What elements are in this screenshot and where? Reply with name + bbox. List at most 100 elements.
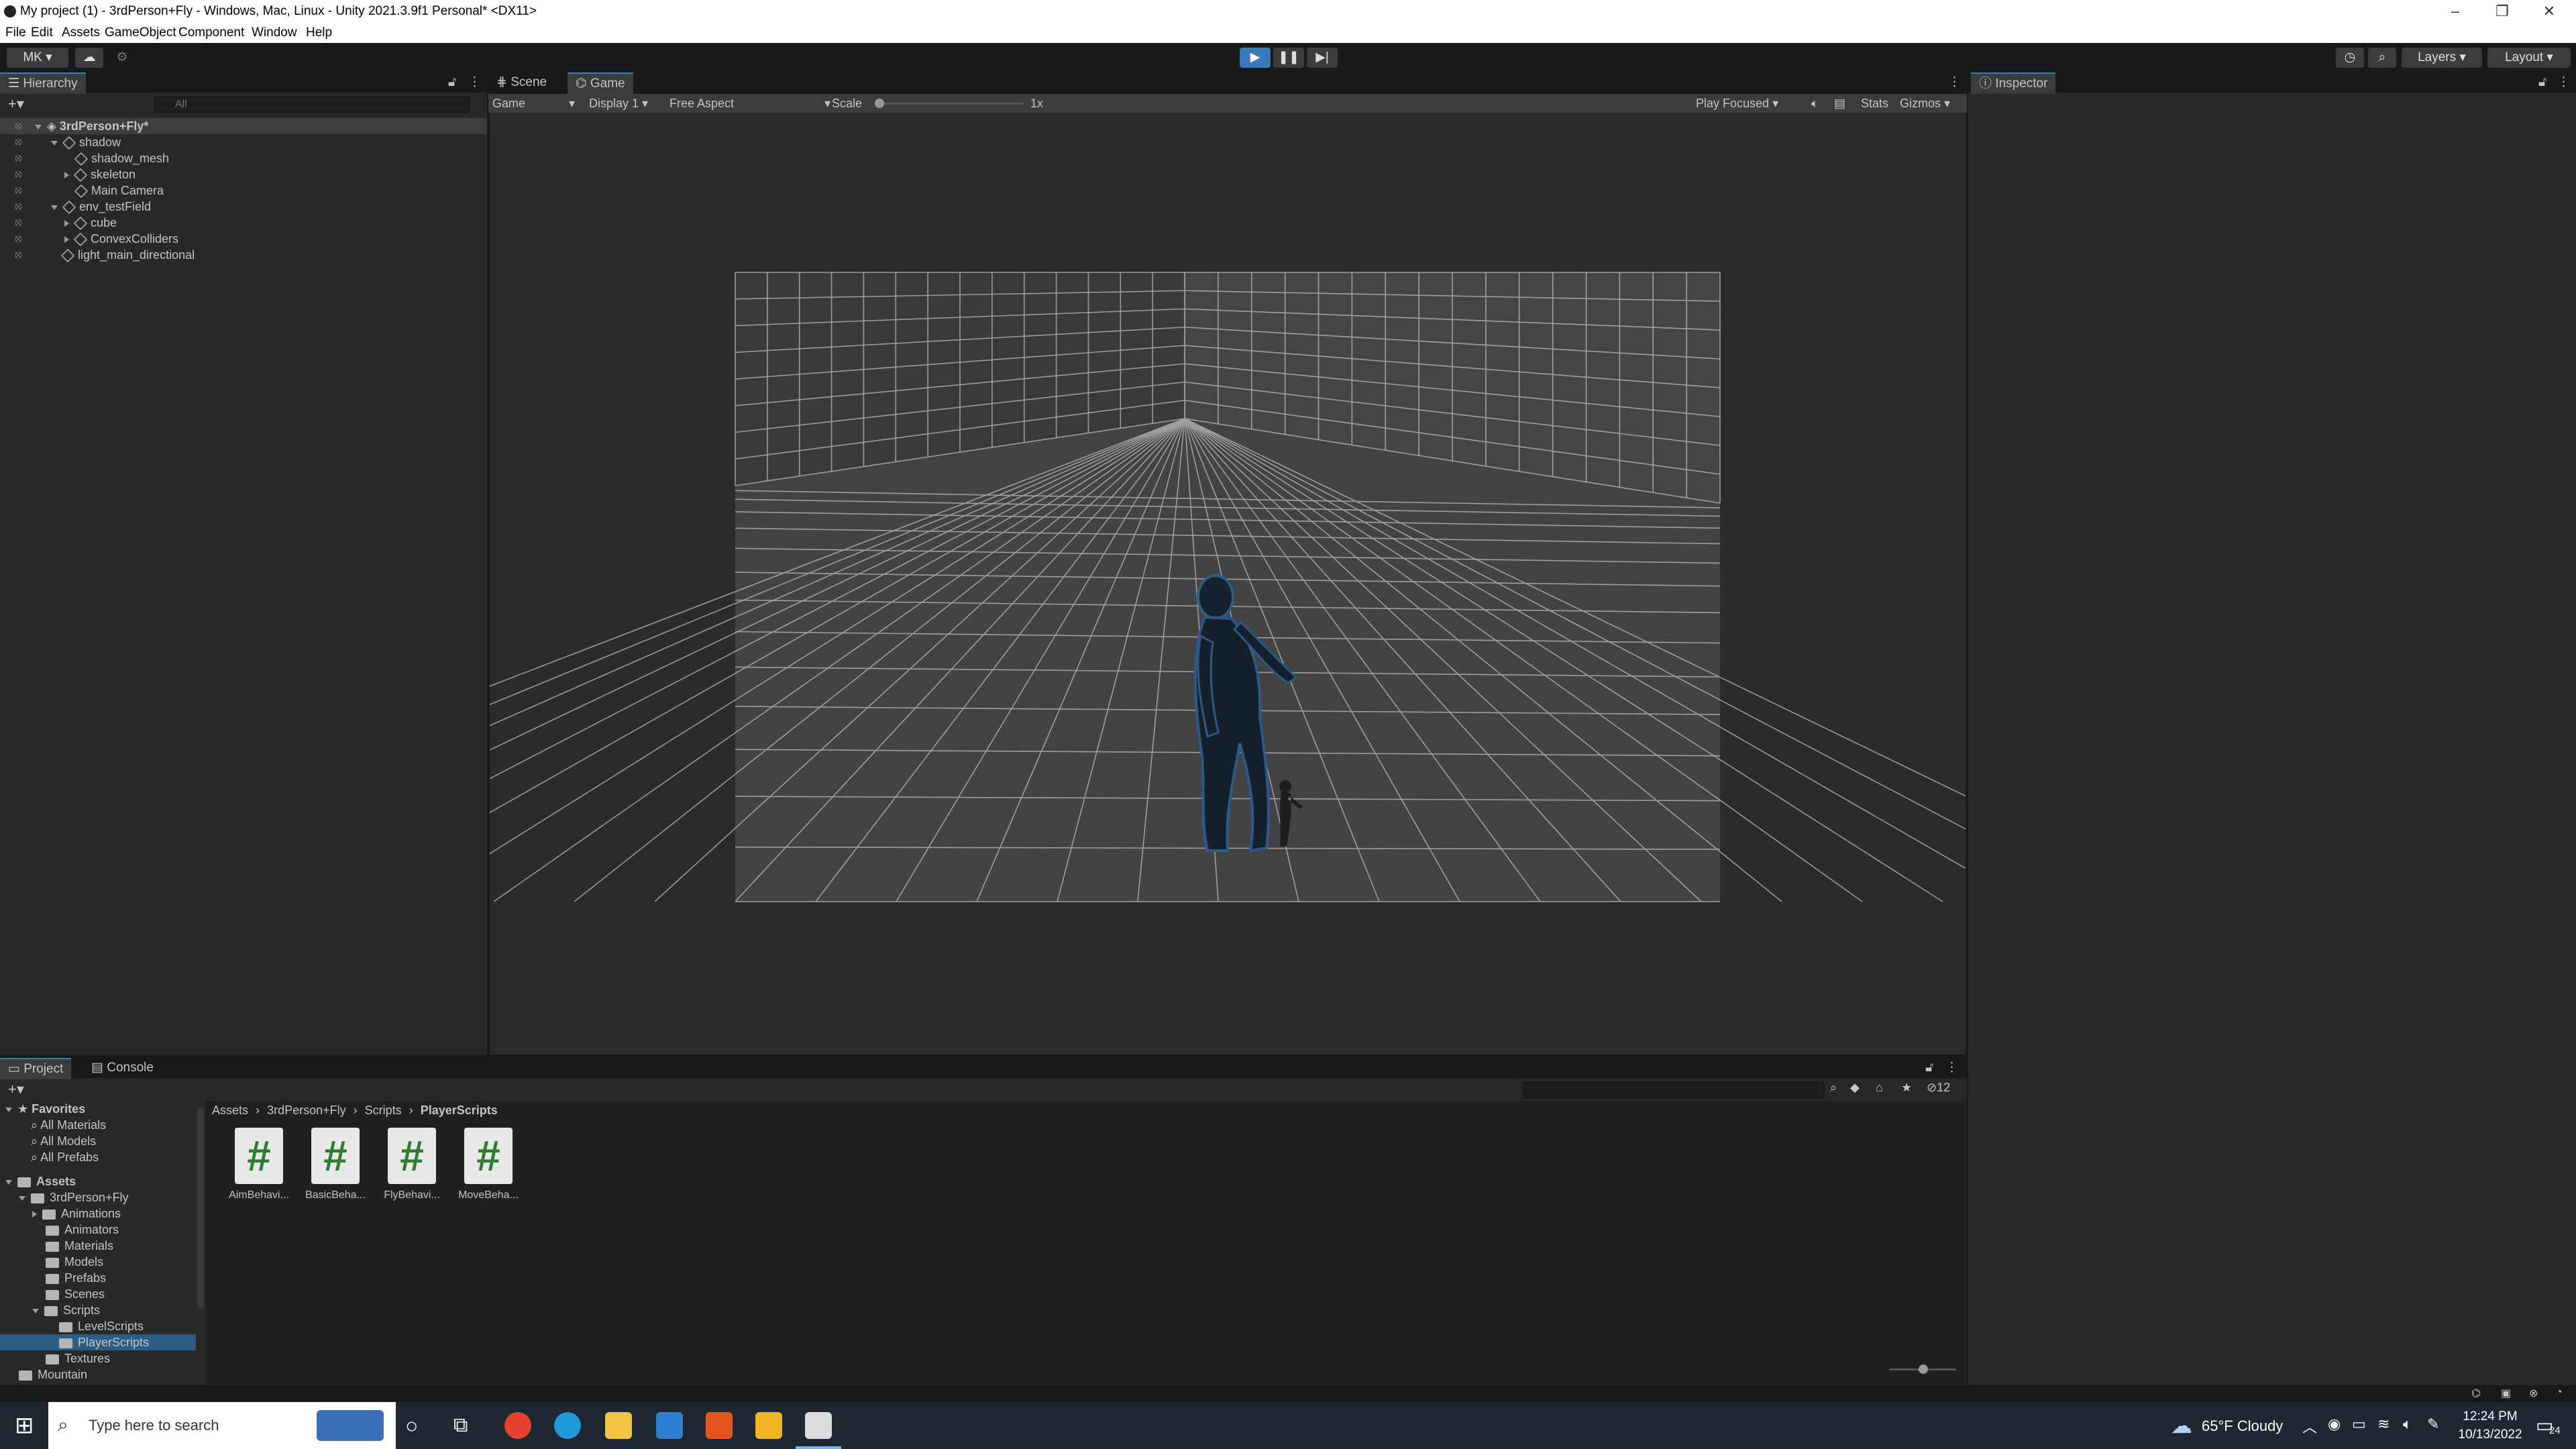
bug-report-icon[interactable]: ⌬ [2471,1387,2481,1400]
more-menu-icon[interactable]: ⋮ [1945,1058,1958,1078]
stats-button[interactable]: Stats [1861,94,1888,113]
folder-item[interactable]: PlayerScripts [59,1334,149,1350]
hidden-packages-toggle[interactable]: ⊘12 [1927,1081,1950,1095]
hierarchy-search-input[interactable] [154,97,470,113]
debug-mode-icon[interactable]: ⊗ [2529,1387,2538,1400]
tag-icon[interactable]: ⌂ [1876,1081,1883,1095]
layers-dropdown[interactable]: Layers ▾ [2402,48,2482,68]
menu-window[interactable]: Window [252,23,297,43]
weather-text[interactable]: 65°F Cloudy [2202,1417,2283,1436]
expand-arrow-icon[interactable] [5,1179,12,1185]
tree-scrollbar[interactable] [197,1108,204,1309]
mail-icon[interactable] [656,1412,683,1439]
hierarchy-item[interactable]: ⦻ ◈ 3rdPerson+Fly* [0,118,487,134]
expand-arrow-icon[interactable] [64,220,69,227]
project-search-input[interactable] [1523,1082,1825,1098]
favorites-header[interactable]: ★ Favorites [5,1101,85,1117]
visibility-icon[interactable]: ⦻ [15,215,30,229]
task-view-icon[interactable]: ⧉ [453,1413,468,1438]
breadcrumb-item[interactable]: Assets [212,1104,248,1117]
show-hidden-icons[interactable]: ︿ [2302,1415,2317,1437]
game-render[interactable] [490,113,1966,1055]
pen-icon[interactable]: ✎ [2427,1415,2439,1433]
menu-component[interactable]: Component [178,23,244,43]
folder-item[interactable]: Animators [46,1222,119,1238]
hierarchy-item[interactable]: ⦻ shadow [0,134,487,150]
add-icon[interactable]: +▾ [8,1081,24,1098]
script-asset[interactable]: # BasicBeha... [305,1128,366,1201]
tab-project[interactable]: ▭ Project [0,1058,72,1079]
tab-inspector[interactable]: ⓘ Inspector [1971,72,2056,94]
chrome-icon[interactable] [504,1412,531,1439]
tab-hierarchy[interactable]: ☰ Hierarchy [0,72,86,94]
hierarchy-item[interactable]: ⦻ shadow_mesh [0,150,487,166]
expand-arrow-icon[interactable] [5,1107,12,1112]
folder-item[interactable]: Scenes [46,1286,105,1302]
folder-item[interactable]: LevelScripts [59,1318,144,1334]
visibility-icon[interactable]: ⦻ [15,247,30,262]
menu-assets[interactable]: Assets [62,23,100,43]
edge-icon[interactable] [554,1412,581,1439]
auto-refresh-icon[interactable]: ◔ [2556,1387,2563,1399]
favorite-item[interactable]: ⌕ All Models [31,1133,96,1149]
display-dropdown[interactable]: Display 1 ▾ [589,94,648,113]
visibility-icon[interactable]: ⦻ [15,182,30,197]
hierarchy-item[interactable]: ⦻ env_testField [0,199,487,215]
scale-slider[interactable] [875,99,1024,108]
menu-gameobject[interactable]: GameObject [105,23,176,43]
search-icon[interactable]: ⌕ [2368,48,2396,68]
hierarchy-item[interactable]: ⦻ ConvexColliders [0,231,487,247]
favorite-item[interactable]: ⌕ All Materials [31,1117,106,1133]
scale-slider-handle[interactable] [875,99,884,108]
store-icon[interactable] [755,1412,782,1439]
hierarchy-item[interactable]: ⦻ Main Camera [0,182,487,199]
hierarchy-item[interactable]: ⦻ cube [0,215,487,231]
favorite-item[interactable]: ⌕ All Prefabs [31,1149,99,1165]
folder-item[interactable]: Mountain [19,1366,87,1383]
visibility-icon[interactable]: ⦻ [15,118,30,133]
visibility-icon[interactable]: ⦻ [15,150,30,165]
aspect-dropdown[interactable]: Free Aspect ▾ [669,94,830,113]
battery-icon[interactable]: ▭ [2352,1415,2366,1433]
lock-icon[interactable]: 🔓︎ [2538,72,2546,93]
pause-button[interactable]: ❚❚ [1273,48,1304,68]
hierarchy-item[interactable]: ⦻ light_main_directional [0,247,487,263]
more-menu-icon[interactable]: ⋮ [468,72,481,93]
expand-arrow-icon[interactable] [32,1308,39,1313]
close-icon[interactable]: ✕ [2529,0,2569,23]
assets-header[interactable]: Assets [5,1173,76,1189]
hierarchy-item[interactable]: ⦻ skeleton [0,166,487,182]
step-button[interactable]: ▶| [1307,48,1338,68]
taskbar-search-box[interactable]: ⌕ Type here to search [48,1402,396,1449]
search-by-type-icon[interactable]: ⌕ [1830,1081,1837,1095]
script-asset[interactable]: # MoveBeha... [458,1128,519,1201]
menu-edit[interactable]: Edit [31,23,53,43]
add-icon[interactable]: +▾ [8,95,24,113]
breadcrumb-current[interactable]: PlayerScripts [421,1104,498,1117]
gizmos-dropdown[interactable]: Gizmos ▾ [1900,94,1950,113]
layout-dropdown[interactable]: Layout ▾ [2487,48,2571,68]
expand-arrow-icon[interactable] [32,1211,37,1218]
cortana-icon[interactable]: ○ [405,1413,418,1438]
lock-icon[interactable]: 🔓︎ [448,72,456,93]
game-viewport[interactable] [490,113,1966,1055]
play-button[interactable]: ▶ [1240,48,1271,68]
more-menu-icon[interactable]: ⋮ [1948,72,1961,93]
visibility-icon[interactable]: ⦻ [15,231,30,246]
account-button[interactable]: MK ▾ [7,48,68,68]
play-focused-dropdown[interactable]: Play Focused ▾ [1696,94,1778,113]
expand-arrow-icon[interactable] [64,236,69,244]
unity-taskbar-icon[interactable] [805,1412,832,1439]
expand-arrow-icon[interactable] [51,140,58,146]
tab-console[interactable]: ▤ Console [83,1058,162,1078]
office-icon[interactable] [706,1412,733,1439]
expand-arrow-icon[interactable] [35,124,42,129]
file-explorer-icon[interactable] [605,1412,632,1439]
folder-item[interactable]: Textures [46,1350,110,1366]
folder-item[interactable]: Prefabs [46,1270,106,1286]
lock-icon[interactable]: 🔓︎ [1925,1058,1933,1078]
expand-arrow-icon[interactable] [51,205,58,210]
stats-layout-icon[interactable]: ▤ [1834,94,1845,113]
mute-audio-icon[interactable]: 🔈︎ [1811,94,1819,113]
expand-arrow-icon[interactable] [64,172,69,179]
